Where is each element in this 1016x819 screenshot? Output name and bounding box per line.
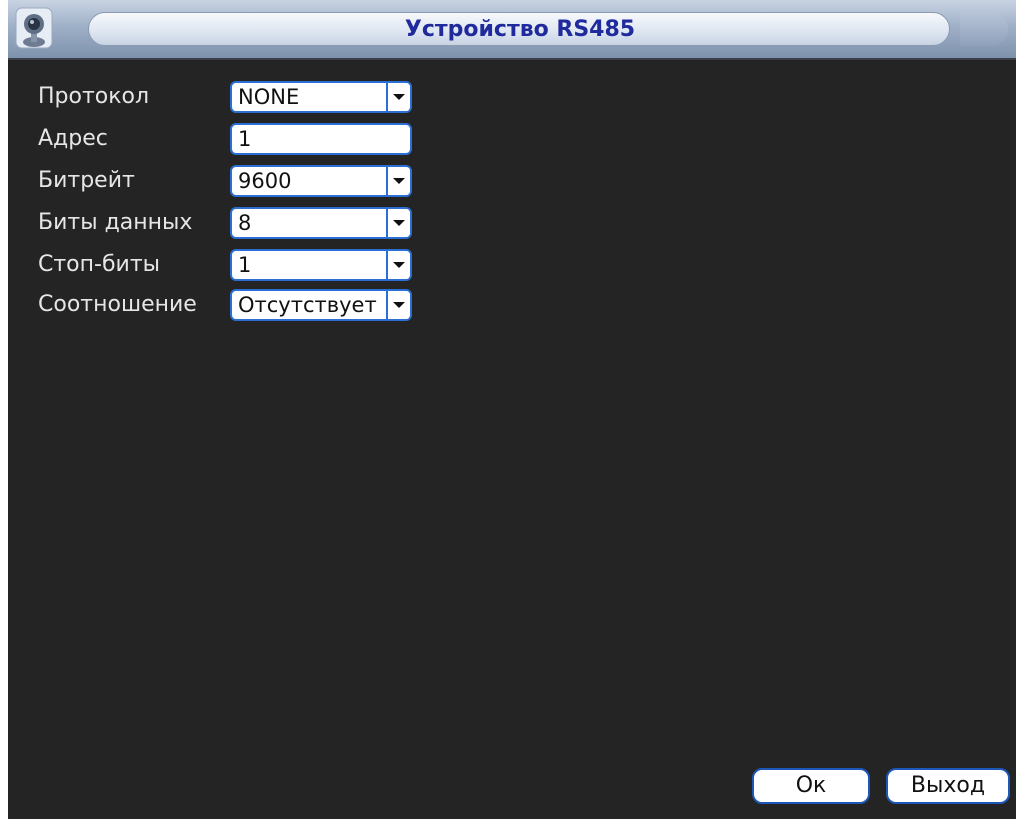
stopbits-dropdown[interactable]: 1	[230, 249, 412, 281]
parity-dropdown[interactable]: Отсутствует	[230, 289, 412, 321]
address-value: 1	[238, 127, 252, 151]
stopbits-dropdown-button[interactable]	[386, 251, 410, 279]
protocol-row: Протокол NONE	[8, 79, 428, 115]
protocol-value: NONE	[238, 85, 300, 109]
chevron-down-icon	[393, 262, 405, 268]
parity-row: Соотношение Отсутствует	[8, 287, 428, 323]
baudrate-dropdown-button[interactable]	[386, 167, 410, 195]
protocol-label: Протокол	[38, 84, 150, 109]
parity-value: Отсутствует	[238, 293, 377, 317]
baudrate-row: Битрейт 9600	[8, 163, 428, 199]
address-input[interactable]: 1	[230, 123, 412, 155]
parity-dropdown-button[interactable]	[386, 291, 410, 319]
chevron-down-icon	[393, 220, 405, 226]
protocol-dropdown[interactable]: NONE	[230, 81, 412, 113]
baudrate-dropdown[interactable]: 9600	[230, 165, 412, 197]
address-label: Адрес	[38, 126, 108, 151]
title-bar: Устройство RS485	[8, 0, 1016, 60]
baudrate-value: 9600	[238, 169, 292, 193]
camera-icon	[14, 4, 54, 52]
baudrate-label: Битрейт	[38, 168, 135, 193]
chevron-down-icon	[393, 94, 405, 100]
parity-label: Соотношение	[38, 292, 197, 317]
stopbits-value: 1	[238, 253, 252, 277]
rs485-settings-window: Устройство RS485 Протокол NONE Адрес 1 Б…	[8, 0, 1016, 819]
ok-button[interactable]: Ок	[752, 768, 870, 804]
address-row: Адрес 1	[8, 121, 428, 157]
databits-dropdown[interactable]: 8	[230, 207, 412, 239]
databits-label: Биты данных	[38, 210, 193, 235]
databits-dropdown-button[interactable]	[386, 209, 410, 237]
protocol-dropdown-button[interactable]	[386, 83, 410, 111]
chevron-down-icon	[393, 178, 405, 184]
databits-value: 8	[238, 211, 252, 235]
databits-row: Биты данных 8	[8, 205, 428, 241]
exit-button[interactable]: Выход	[886, 768, 1010, 804]
chevron-down-icon	[393, 302, 405, 308]
title-bar-right-cap	[960, 12, 1008, 46]
window-title: Устройство RS485	[404, 17, 636, 42]
title-bar-pill: Устройство RS485	[88, 12, 950, 46]
stopbits-row: Стоп-биты 1	[8, 247, 428, 283]
stopbits-label: Стоп-биты	[38, 252, 161, 277]
